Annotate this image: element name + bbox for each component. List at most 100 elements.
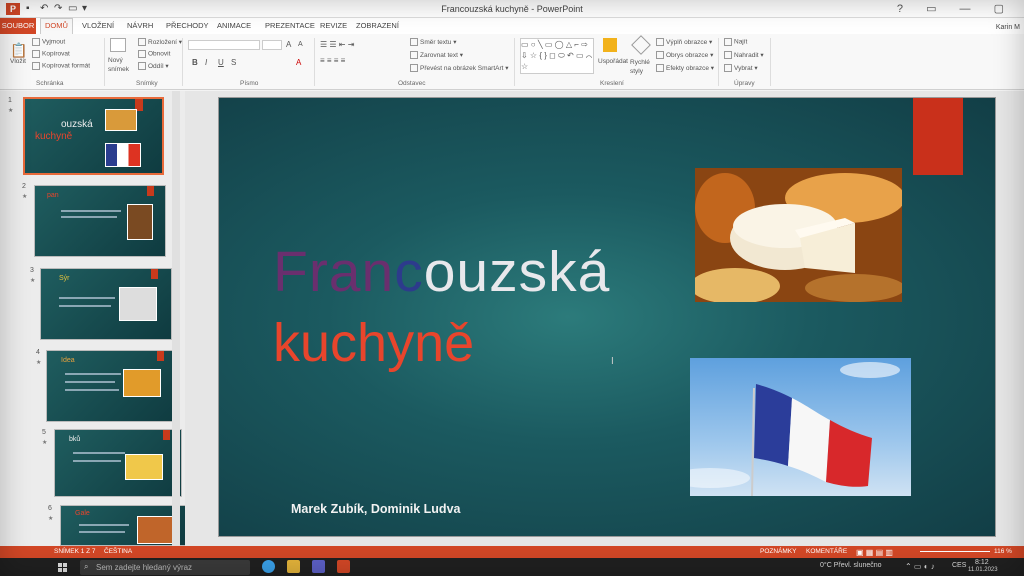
shapes-gallery[interactable]: ▭ ○ ╲ ▭ ◯ △ ⌐ ⇨ ⇩ ☆ { } ◻ ⬭ ↶ ▭ ⌒ ☆ <box>520 38 594 74</box>
layout-button[interactable]: Rozložení ▾ <box>138 38 182 47</box>
font-color-icon[interactable]: A <box>296 58 301 67</box>
align-text-label: Zarovnat text <box>420 52 458 59</box>
taskbar-search[interactable]: ⌕ Sem zadejte hledaný výraz <box>80 560 250 575</box>
thumb-subtitle: kuchyně <box>35 131 73 142</box>
underline-icon[interactable]: U <box>218 58 224 67</box>
layout-icon <box>138 38 146 47</box>
title-bar: P ▪ ↶ ↷ ▭ ▾ Francouzská kuchyně - PowerP… <box>0 0 1024 18</box>
powerpoint-window: P ▪ ↶ ↷ ▭ ▾ Francouzská kuchyně - PowerP… <box>0 0 1024 576</box>
main-slide[interactable]: Francouzská kuchyně I Marek Zubík, Domin… <box>218 97 996 537</box>
copy-button[interactable]: Kopírovat <box>32 50 70 58</box>
paste-icon[interactable]: 📋 <box>10 42 27 59</box>
thumb-number: 2 <box>22 183 26 190</box>
tab-animations[interactable]: ANIMACE <box>217 21 251 30</box>
smartart-button[interactable]: Převést na obrázek SmartArt ▾ <box>410 64 509 73</box>
cut-button[interactable]: Vyjmout <box>32 38 65 46</box>
french-flag-photo[interactable] <box>690 358 911 496</box>
tab-file[interactable]: SOUBOR <box>0 18 36 34</box>
teams-icon[interactable] <box>312 560 325 573</box>
reset-button[interactable]: Obnovit <box>138 50 170 58</box>
shape-fill-button[interactable]: Výplň obrazce ▾ <box>656 38 712 47</box>
replace-button[interactable]: Nahradit ▾ <box>724 51 764 60</box>
text-direction-label: Směr textu <box>420 39 452 46</box>
thumbnail-scrollbar[interactable] <box>172 91 180 546</box>
zoom-level[interactable]: 116 % <box>994 548 1012 555</box>
font-size-select[interactable] <box>262 40 282 50</box>
align-text-button[interactable]: Zarovnat text ▾ <box>410 51 463 60</box>
tab-slideshow[interactable]: PREZENTACE <box>265 21 315 30</box>
quick-styles-icon <box>631 35 651 55</box>
shape-effects-button[interactable]: Efekty obrazce ▾ <box>656 64 714 73</box>
tab-transitions[interactable]: PŘECHODY <box>166 21 209 30</box>
edge-icon[interactable] <box>262 560 275 573</box>
powerpoint-taskbar-icon[interactable] <box>337 560 350 573</box>
thumb-red-accent <box>151 269 158 279</box>
search-placeholder: Sem zadejte hledaný výraz <box>96 563 193 572</box>
system-tray-icons[interactable]: ⌃ ▭ ◐ ♪ <box>905 562 935 571</box>
shape-outline-button[interactable]: Obrys obrazce ▾ <box>656 51 713 60</box>
scissors-icon <box>32 38 40 46</box>
notes-button[interactable]: POZNÁMKY <box>760 548 796 555</box>
new-slide-icon[interactable] <box>110 38 126 52</box>
language-indicator[interactable]: ČEŠTINA <box>104 548 132 555</box>
font-shrink-icon[interactable]: A <box>298 41 303 48</box>
format-painter-button[interactable]: Kopírovat formát <box>32 62 90 70</box>
star-icon: ★ <box>22 194 28 200</box>
shadow-icon[interactable]: S <box>231 58 236 67</box>
cheese-photo[interactable] <box>695 168 902 302</box>
reset-icon <box>138 50 146 58</box>
text-direction-button[interactable]: Směr textu ▾ <box>410 38 457 47</box>
slide-thumbnail-3[interactable]: Sýr <box>40 268 172 340</box>
new-slide-button[interactable]: Nový snímek <box>108 56 134 74</box>
title-part-2: c <box>394 240 424 304</box>
font-grow-icon[interactable]: A <box>286 40 291 49</box>
select-button[interactable]: Vybrat ▾ <box>724 64 758 73</box>
weather-widget[interactable]: 0°C Převl. slunečno <box>820 562 882 569</box>
thumb-red-accent <box>147 186 154 196</box>
smartart-label: Převést na obrázek SmartArt <box>420 65 504 72</box>
slide-thumbnail-2[interactable]: pan <box>34 185 166 257</box>
star-icon: ★ <box>42 440 48 446</box>
slide-title[interactable]: Francouzská <box>273 244 610 301</box>
reset-label: Obnovit <box>148 50 171 58</box>
tab-review[interactable]: REVIZE <box>320 21 347 30</box>
window-controls[interactable]: ? ▭ — ▢ <box>897 2 1014 15</box>
thumb-title: Gale <box>75 510 90 517</box>
section-button[interactable]: Oddíl ▾ <box>138 62 169 71</box>
zoom-slider[interactable] <box>920 551 990 552</box>
slide-thumbnail-1[interactable]: ouzská kuchyně <box>23 97 164 175</box>
input-language[interactable]: CES <box>952 562 966 569</box>
font-family-select[interactable] <box>188 40 260 50</box>
clock-time[interactable]: 8:12 <box>975 559 989 566</box>
tab-design[interactable]: NÁVRH <box>127 21 153 30</box>
arrange-button[interactable]: Uspořádat <box>598 58 628 65</box>
group-editing: Úpravy <box>734 80 755 87</box>
shape-effects-label: Efekty obrazce <box>666 65 709 72</box>
thumb-flag-image <box>105 143 141 167</box>
align-icons[interactable]: ≡ ≡ ≡ ≡ <box>320 56 345 65</box>
slide-thumbnail-5[interactable]: bků <box>54 429 182 497</box>
bold-icon[interactable]: B <box>192 58 198 67</box>
tab-view[interactable]: ZOBRAZENÍ <box>356 21 399 30</box>
slide-subtitle[interactable]: kuchyně <box>273 316 474 370</box>
windows-start-icon[interactable] <box>58 563 68 573</box>
find-button[interactable]: Najít <box>724 38 747 46</box>
effects-icon <box>656 64 664 73</box>
paste-button[interactable]: Vložit <box>10 58 26 65</box>
slide-authors[interactable]: Marek Zubík, Dominik Ludva <box>291 502 460 516</box>
user-account[interactable]: Karin M <box>996 24 1020 31</box>
tab-insert[interactable]: VLOŽENÍ <box>82 21 114 30</box>
quick-styles-button[interactable]: Rychlé styly <box>630 58 654 76</box>
view-buttons[interactable]: ▣ ▦ ▤ ▥ <box>856 548 893 557</box>
slide-thumbnail-4[interactable]: Idea <box>46 350 178 422</box>
thumb-title: ouzská <box>61 119 93 130</box>
tab-home[interactable]: DOMŮ <box>40 18 73 34</box>
clock-date[interactable]: 11.01.2023 <box>968 567 998 573</box>
pen-icon <box>656 51 664 60</box>
slide-thumbnail-6[interactable]: Gale <box>60 505 186 546</box>
file-explorer-icon[interactable] <box>287 560 300 573</box>
italic-icon[interactable]: I <box>205 58 207 67</box>
thumb-title: Sýr <box>59 275 70 282</box>
bullets-icon[interactable]: ☰ ☰ ⇤ ⇥ <box>320 40 354 49</box>
comments-button[interactable]: KOMENTÁŘE <box>806 548 847 555</box>
